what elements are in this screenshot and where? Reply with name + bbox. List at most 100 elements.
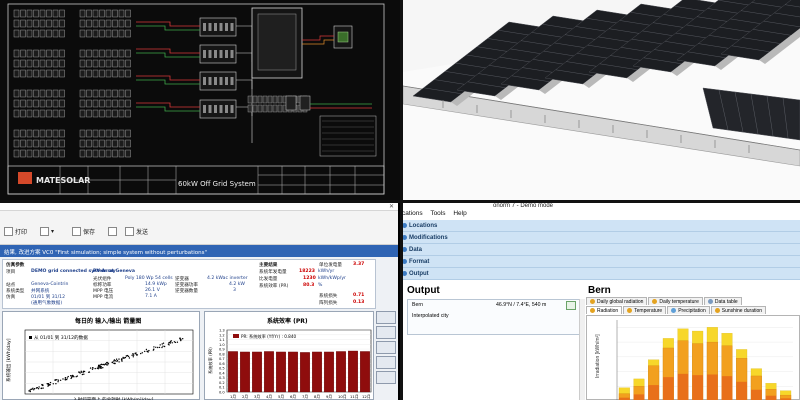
pv-module: [33, 89, 39, 98]
pv-module: [105, 69, 112, 78]
section-output[interactable]: Output: [400, 268, 800, 280]
save-button[interactable]: ▾: [40, 225, 54, 237]
result-1-unit: kWh/yr: [318, 269, 335, 274]
pr-chart: 系统效率 (PR)0.00.10.20.30.40.50.60.70.80.91…: [207, 317, 372, 399]
thermometer-icon: [627, 308, 633, 313]
section-format[interactable]: Format: [400, 256, 800, 268]
data-point: [131, 354, 133, 356]
pv-module: [52, 129, 59, 138]
save-as-button[interactable]: 保存: [72, 225, 95, 237]
pv-module: [13, 109, 20, 118]
tab-radiation[interactable]: Radiation: [586, 306, 623, 314]
chart-button-2[interactable]: [376, 326, 396, 339]
scrollbar[interactable]: [579, 299, 585, 400]
battery-cell: [257, 95, 263, 104]
section-modifications[interactable]: Modifications: [400, 232, 800, 244]
project-label: 项目: [6, 270, 16, 275]
data-point: [106, 364, 109, 366]
floppy-icon: [40, 226, 49, 236]
chart-button-4[interactable]: [376, 356, 396, 369]
pr-bar: [276, 351, 286, 393]
section-data[interactable]: Data: [400, 244, 800, 256]
pv-module: [118, 149, 125, 158]
tab-temperature[interactable]: Temperature: [623, 306, 667, 314]
data-point: [83, 373, 85, 375]
pv-module: [20, 99, 26, 108]
pv-module: [59, 109, 65, 118]
edit-location-icon[interactable]: [566, 301, 576, 310]
print-button[interactable]: 打印: [4, 225, 27, 237]
pv-module: [13, 59, 20, 68]
pv-module: [99, 29, 105, 38]
pv-module: [105, 29, 112, 38]
pv-module: [79, 69, 86, 78]
battery-cell: [267, 104, 273, 113]
pv-module: [86, 29, 92, 38]
battery-cell: [247, 95, 253, 104]
pv-module: [105, 59, 112, 68]
chart-button-1[interactable]: [376, 311, 396, 324]
pv-module: [105, 99, 112, 108]
pv-module: [39, 59, 46, 68]
close-icon[interactable]: ✕: [389, 203, 394, 210]
tab-daily-global-radiation[interactable]: Daily global radiation: [586, 297, 648, 305]
data-point: [113, 359, 116, 361]
pv-module: [33, 59, 39, 68]
pr-bar: [228, 351, 238, 393]
data-point: [89, 367, 92, 369]
x-tick-label: 12月: [362, 394, 371, 399]
location-coords: 46.9°N / 7.4°E, 540 m: [496, 302, 547, 308]
data-point: [135, 352, 137, 354]
tab-daily-temperature[interactable]: Daily temperature: [648, 297, 703, 305]
chart-button-5[interactable]: [376, 371, 396, 384]
tabs-top: Daily global radiation Daily temperature…: [586, 297, 742, 305]
pr-bar: [348, 350, 358, 393]
menu-locations[interactable]: cations: [402, 210, 423, 217]
pv-module: [125, 9, 131, 18]
main-results-title: 主要结果: [259, 263, 278, 268]
pv-module: [46, 29, 52, 38]
data-point: [70, 375, 73, 377]
battery-cell: [257, 104, 263, 113]
pv-module: [46, 9, 52, 18]
tab-data-table[interactable]: Data table: [703, 297, 742, 305]
pv-module: [125, 89, 131, 98]
pv-module: [20, 129, 26, 138]
location-row[interactable]: Bern 46.9°N / 7.4°E, 540 m Interpolated …: [407, 299, 580, 335]
data-point: [128, 357, 131, 359]
data-point: [157, 346, 159, 349]
data-point: [42, 384, 44, 387]
fuse: [214, 77, 217, 85]
pv-module: [112, 9, 118, 18]
menu-help[interactable]: Help: [453, 210, 466, 217]
y-tick-label: 0.3: [219, 376, 225, 380]
pv-module: [13, 129, 20, 138]
pv-module: [13, 19, 20, 28]
menu-tools[interactable]: Tools: [430, 210, 445, 217]
section-locations[interactable]: Locations: [400, 220, 800, 232]
y-tick-label: 1.1: [219, 338, 225, 342]
data-point: [163, 345, 166, 348]
data-point: [132, 353, 134, 355]
pv-module: [86, 99, 92, 108]
chart-button-3[interactable]: [376, 341, 396, 354]
quadrant-divider-horizontal: [0, 200, 800, 203]
pv-array-3d-view[interactable]: [403, 0, 800, 200]
pv-module: [92, 59, 99, 68]
y-tick-label: 1.2: [219, 333, 225, 337]
io-diagram-chart: 每日的 输入/输出 箭量图从 01/01 到 31/12的数据入射斜平面上 的总…: [5, 317, 194, 400]
pr-bar: [252, 351, 262, 393]
pv-module: [112, 29, 118, 38]
tab-precipitation[interactable]: Precipitation: [667, 306, 710, 314]
pv-module: [79, 129, 86, 138]
pv-module: [13, 49, 20, 58]
pv-module: [125, 99, 131, 108]
pv-module: [26, 149, 33, 158]
export-button[interactable]: [108, 225, 117, 237]
cad-wiring-diagram: [7, 3, 385, 195]
inverter-count-value: 3: [233, 288, 236, 293]
pv-module: [20, 69, 26, 78]
send-button[interactable]: 发送: [125, 225, 148, 237]
pv-module: [99, 9, 105, 18]
tab-sunshine-duration[interactable]: Sunshine duration: [710, 306, 767, 314]
